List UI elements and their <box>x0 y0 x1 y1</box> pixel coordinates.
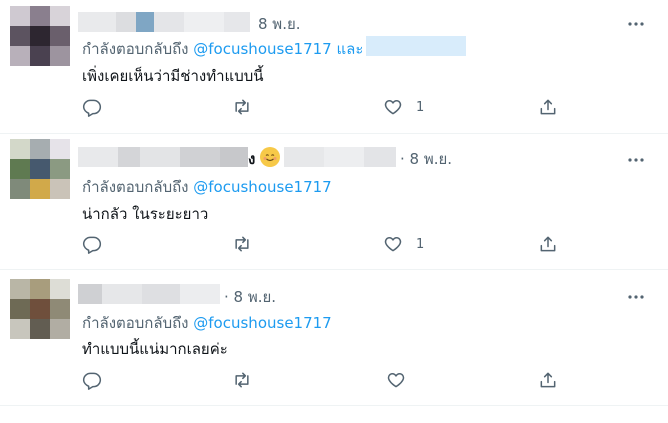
tweet-3[interactable]: · 8 พ.ย. กำลังตอบกลับถึง @focushouse1717… <box>0 269 668 406</box>
share-icon <box>540 99 556 115</box>
replying-to-label: กำลังตอบกลับถึง <box>82 40 189 58</box>
tweet-2[interactable]: ง · 8 พ.ย. กำลังตอบกลับถึง @focushouse17… <box>0 133 668 270</box>
mention-blurred[interactable] <box>366 36 466 56</box>
reply-button[interactable] <box>82 97 102 117</box>
reply-icon <box>82 372 102 390</box>
mention-link[interactable]: @focushouse1717 <box>193 314 331 332</box>
retweet-button[interactable] <box>232 370 252 390</box>
like-icon <box>387 373 405 388</box>
like-icon <box>384 100 402 115</box>
like-button[interactable] <box>386 370 419 390</box>
tweet-date[interactable]: · 8 พ.ย. <box>224 285 276 309</box>
like-count: 1 <box>416 236 425 252</box>
more-icon[interactable] <box>626 14 646 34</box>
retweet-button[interactable] <box>232 234 252 254</box>
display-name-blurred[interactable] <box>78 12 250 32</box>
share-button[interactable] <box>538 234 558 254</box>
tweet-text: เพิ่งเคยเห็นว่ามีช่างทำแบบนี้ <box>82 67 264 85</box>
tweet-date[interactable]: · 8 พ.ย. <box>400 147 452 171</box>
display-name-fragment[interactable]: ง <box>248 147 255 171</box>
share-icon <box>540 236 556 252</box>
replying-to: กำลังตอบกลับถึง @focushouse1717 และ <box>82 37 363 61</box>
reply-button[interactable] <box>82 370 102 390</box>
replying-to-label: กำลังตอบกลับถึง <box>82 178 189 196</box>
display-name-blurred[interactable] <box>78 147 248 167</box>
mention-link[interactable]: @focushouse1717 <box>193 178 331 196</box>
tweet-1[interactable]: 8 พ.ย. กำลังตอบกลับถึง @focushouse1717 แ… <box>0 0 668 134</box>
more-icon[interactable] <box>626 287 646 307</box>
reply-button[interactable] <box>82 234 102 254</box>
more-icon[interactable] <box>626 150 646 170</box>
retweet-icon <box>235 236 249 252</box>
like-button[interactable]: 1 <box>383 97 424 117</box>
retweet-button[interactable] <box>232 97 252 117</box>
replying-to-label: กำลังตอบกลับถึง <box>82 314 189 332</box>
avatar[interactable] <box>10 139 70 199</box>
like-icon <box>384 237 402 252</box>
avatar[interactable] <box>10 279 70 339</box>
username-blurred[interactable] <box>284 147 396 167</box>
share-icon <box>540 372 556 388</box>
tweet-text: ทำแบบนี้แน่มากเลยค่ะ <box>82 340 228 358</box>
and-label: และ <box>336 40 364 58</box>
share-button[interactable] <box>538 97 558 117</box>
like-count: 1 <box>416 99 425 115</box>
smile-emoji-icon <box>260 147 280 167</box>
replying-to: กำลังตอบกลับถึง @focushouse1717 <box>82 311 332 335</box>
tweet-date[interactable]: 8 พ.ย. <box>258 12 301 36</box>
tweet-text: น่ากลัว ในระยะยาว <box>82 205 209 223</box>
reply-icon <box>82 99 102 117</box>
mention-link[interactable]: @focushouse1717 <box>193 40 331 58</box>
like-button[interactable]: 1 <box>383 234 424 254</box>
retweet-icon <box>235 99 249 115</box>
display-name-blurred[interactable] <box>78 284 220 304</box>
reply-icon <box>82 236 102 254</box>
avatar[interactable] <box>10 6 70 66</box>
replying-to: กำลังตอบกลับถึง @focushouse1717 <box>82 175 332 199</box>
share-button[interactable] <box>538 370 558 390</box>
retweet-icon <box>235 372 249 388</box>
